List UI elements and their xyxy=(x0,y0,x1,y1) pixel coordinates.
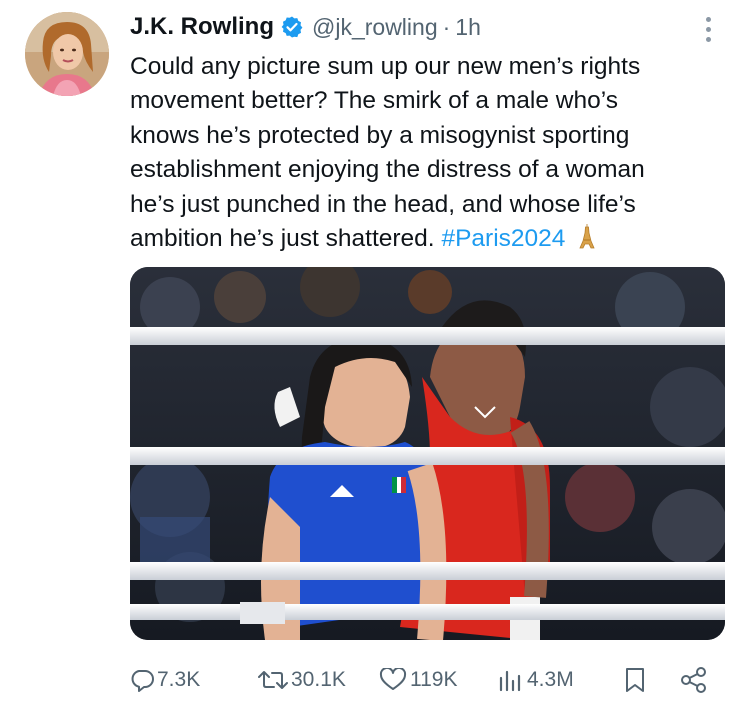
tweet-text-line: movement better? The smirk of a male who… xyxy=(130,87,618,115)
boxing-ring-photo xyxy=(130,267,725,640)
repost-icon xyxy=(258,671,288,689)
tweet-media-photo[interactable] xyxy=(130,267,725,640)
tweet-text-line: Could any picture sum up our new men’s r… xyxy=(130,53,641,80)
tweet-text: Could any picture sum up our new men’s r… xyxy=(130,50,730,256)
like-button[interactable]: 119K xyxy=(379,662,458,698)
author-avatar[interactable] xyxy=(25,12,109,96)
bookmark-button[interactable] xyxy=(624,662,646,698)
tweet-text-line: ambition he’s just shattered. xyxy=(130,225,435,253)
repost-button[interactable]: 30.1K xyxy=(258,662,346,698)
like-count: 119K xyxy=(410,668,458,691)
separator-dot: · xyxy=(442,13,451,40)
author-name[interactable]: J.K. Rowling xyxy=(130,13,274,41)
verified-badge-icon xyxy=(281,16,303,38)
post-timestamp[interactable]: 1h xyxy=(455,14,481,41)
share-icon xyxy=(681,667,706,693)
more-options-icon[interactable] xyxy=(698,14,718,44)
author-handle[interactable]: @jk_rowling xyxy=(312,14,438,41)
eiffel-tower-icon xyxy=(579,224,595,249)
views-button[interactable]: 4.3M xyxy=(498,662,574,698)
tweet-text-line: establishment enjoying the distress of a… xyxy=(130,156,645,184)
share-button[interactable] xyxy=(680,662,708,698)
views-count: 4.3M xyxy=(527,668,574,691)
repost-count: 30.1K xyxy=(291,668,346,691)
heart-icon xyxy=(379,668,407,690)
tweet-text-line: knows he’s protected by a misogynist spo… xyxy=(130,121,630,149)
tweet-text-last-line: ambition he’s just shattered. #Paris2024 xyxy=(130,222,730,256)
hashtag-link[interactable]: #Paris2024 xyxy=(441,225,565,252)
analytics-icon xyxy=(499,670,521,692)
bookmark-icon xyxy=(626,668,644,692)
avatar-image xyxy=(25,12,109,96)
tweet-text-line: he’s just punched in the head, and whose… xyxy=(130,190,636,218)
reply-icon xyxy=(131,670,154,692)
tweet-header: J.K. Rowling @jk_rowling · 1h xyxy=(130,10,481,44)
reply-count: 7.3K xyxy=(157,668,201,691)
tweet-action-bar: 7.3K 30.1K 119K 4.3M xyxy=(130,662,720,698)
reply-button[interactable]: 7.3K xyxy=(130,662,200,698)
